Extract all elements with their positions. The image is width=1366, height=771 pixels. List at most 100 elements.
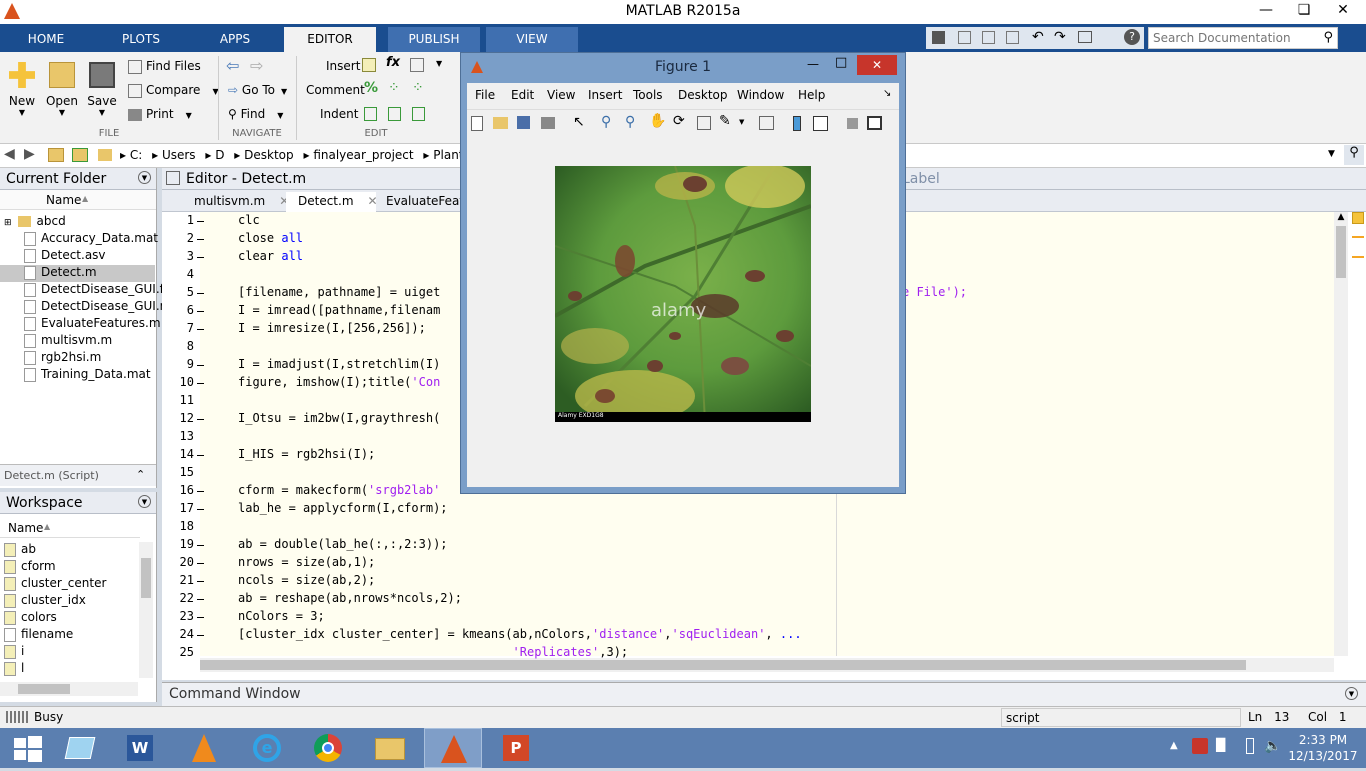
figure-canvas[interactable]: alamy Alamy EXD1G8 — [467, 137, 899, 487]
cut-icon[interactable] — [958, 31, 971, 44]
close-icon[interactable]: ✕ — [368, 194, 378, 208]
list-item[interactable]: rgb2hsi.m — [24, 350, 101, 367]
code-line[interactable]: clc — [238, 213, 260, 227]
scroll-up-arrow-icon[interactable]: ▲ — [1334, 212, 1348, 222]
list-item[interactable]: DetectDisease_GUI.fig — [24, 282, 175, 299]
minimize-button[interactable]: — — [807, 57, 819, 71]
save-icon[interactable] — [932, 31, 945, 44]
pointer-icon[interactable]: ↖ — [573, 114, 585, 130]
code-line[interactable]: close all — [238, 231, 303, 245]
network-warning-icon[interactable] — [1192, 738, 1208, 754]
save-figure-icon[interactable] — [517, 116, 530, 129]
path-segment[interactable]: C: — [130, 148, 142, 162]
taskbar-ie-app[interactable]: e — [238, 728, 294, 768]
code-line[interactable]: ab = double(lab_he(:,:,2:3)); — [238, 537, 448, 551]
code-line[interactable]: I_Otsu = im2bw(I,graythresh( — [238, 411, 440, 425]
code-line[interactable]: lab_he = applycform(I,cform); — [238, 501, 448, 515]
copy-icon[interactable] — [982, 31, 995, 44]
code-line[interactable]: 'Replicates',3); — [238, 645, 629, 659]
code-line[interactable]: [cluster_idx cluster_center] = kmeans(ab… — [238, 627, 802, 641]
breakpoint-marker[interactable] — [197, 581, 204, 582]
breakpoint-marker[interactable] — [197, 329, 204, 330]
tab-multisvm[interactable]: multisvm.m ✕ — [184, 192, 289, 212]
list-item[interactable]: Detect.asv — [24, 248, 106, 265]
tab-view[interactable]: VIEW — [486, 27, 578, 52]
link-plot-icon[interactable] — [759, 116, 774, 130]
breakpoint-marker[interactable] — [197, 455, 204, 456]
breakpoint-marker[interactable] — [197, 545, 204, 546]
table-row[interactable]: filename — [4, 627, 73, 644]
open-button[interactable]: Open ▼ — [42, 56, 82, 117]
list-item[interactable]: ⊞ abcd — [4, 214, 66, 231]
signal-icon[interactable]: █ — [1216, 738, 1225, 752]
forward-arrow-icon[interactable]: ⇨ — [250, 56, 263, 75]
code-line[interactable]: nrows = size(ab,1); — [238, 555, 375, 569]
breakpoint-marker[interactable] — [197, 599, 204, 600]
switch-windows-icon[interactable] — [1078, 31, 1092, 43]
help-icon[interactable]: ? — [1124, 29, 1140, 45]
rotate-icon[interactable]: ⟳ — [673, 113, 685, 129]
breakpoint-marker[interactable] — [197, 419, 204, 420]
breakpoint-marker[interactable] — [197, 257, 204, 258]
undo-icon[interactable]: ↶ — [1032, 29, 1044, 45]
vertical-scrollbar[interactable]: ▲ — [1334, 212, 1348, 656]
tab-evaluatefeatures[interactable]: EvaluateFeatu — [378, 192, 468, 212]
open-file-icon[interactable] — [493, 117, 508, 129]
close-button[interactable]: ✕ — [1320, 0, 1366, 22]
find-files-button[interactable]: Find Files — [128, 57, 201, 75]
smart-indent-icon[interactable] — [364, 107, 377, 121]
leaf-image[interactable]: alamy Alamy EXD1G8 — [555, 166, 811, 422]
table-row[interactable]: colors — [4, 610, 57, 627]
breakpoint-marker[interactable] — [197, 635, 204, 636]
show-hidden-icons-icon[interactable]: ▲ — [1170, 740, 1178, 751]
volume-icon[interactable]: 🔈 — [1264, 738, 1281, 754]
vertical-scrollbar[interactable] — [139, 542, 153, 678]
taskbar-explorer-app[interactable] — [52, 728, 108, 768]
table-row[interactable]: i — [4, 644, 24, 661]
warning-line-marker[interactable] — [1352, 236, 1364, 238]
chevron-down-icon[interactable]: ▼ — [739, 118, 744, 126]
code-line[interactable]: I_HIS = rgb2hsi(I); — [238, 447, 375, 461]
menu-view[interactable]: View — [547, 88, 575, 102]
print-button[interactable]: Print ▼ — [128, 105, 192, 123]
figure-title-bar[interactable]: Figure 1 — □ ✕ — [461, 53, 905, 83]
colorbar-icon[interactable] — [793, 116, 801, 131]
chevron-up-icon[interactable]: ⌃ — [136, 468, 145, 481]
path-segment[interactable]: Users — [162, 148, 196, 162]
list-item-selected[interactable]: Detect.m — [0, 265, 155, 282]
code-line[interactable]: clear all — [238, 249, 303, 263]
column-header[interactable]: Name ▲ — [0, 518, 140, 538]
menu-desktop[interactable]: Desktop — [678, 88, 728, 102]
horizontal-scrollbar[interactable] — [0, 682, 138, 696]
panel-actions-icon[interactable]: ▼ — [138, 495, 151, 508]
panel-actions-icon[interactable]: ▼ — [1345, 687, 1358, 700]
scrollbar-thumb[interactable] — [200, 660, 1246, 670]
start-button[interactable] — [0, 728, 56, 768]
tab-editor[interactable]: EDITOR — [284, 27, 376, 52]
code-line[interactable]: nColors = 3; — [238, 609, 325, 623]
new-button[interactable]: New ▼ — [2, 56, 42, 117]
code-line[interactable]: I = imresize(I,[256,256]); — [238, 321, 426, 335]
list-item[interactable]: multisvm.m — [24, 333, 112, 350]
menu-insert[interactable]: Insert — [588, 88, 622, 102]
hide-plot-tools-icon[interactable] — [847, 118, 858, 129]
back-arrow-icon[interactable]: ⇦ — [226, 56, 239, 75]
taskbar-matlab-app[interactable] — [424, 728, 482, 768]
figure-window[interactable]: Figure 1 — □ ✕ File Edit View Insert Too… — [460, 52, 906, 494]
path-segment[interactable]: Desktop — [244, 148, 294, 162]
chevron-down-icon[interactable]: ▼ — [1328, 149, 1335, 159]
maximize-button[interactable]: ❏ — [1286, 0, 1322, 22]
menu-file[interactable]: File — [475, 88, 495, 102]
warning-indicator-icon[interactable] — [1352, 212, 1364, 224]
expand-icon[interactable]: ⊞ — [4, 218, 12, 228]
browse-folder-icon[interactable] — [72, 148, 88, 162]
tab-detect[interactable]: Detect.m ✕ — [286, 192, 378, 212]
show-plot-tools-icon[interactable] — [867, 116, 882, 130]
search-input[interactable] — [1149, 28, 1319, 48]
maximize-button[interactable]: □ — [835, 55, 847, 70]
code-line[interactable]: ncols = size(ab,2); — [238, 573, 375, 587]
data-cursor-icon[interactable] — [697, 116, 711, 130]
search-folder-icon[interactable]: ⚲ — [1344, 145, 1364, 165]
legend-icon[interactable] — [813, 116, 828, 131]
compare-button[interactable]: Compare ▼ — [128, 81, 219, 99]
